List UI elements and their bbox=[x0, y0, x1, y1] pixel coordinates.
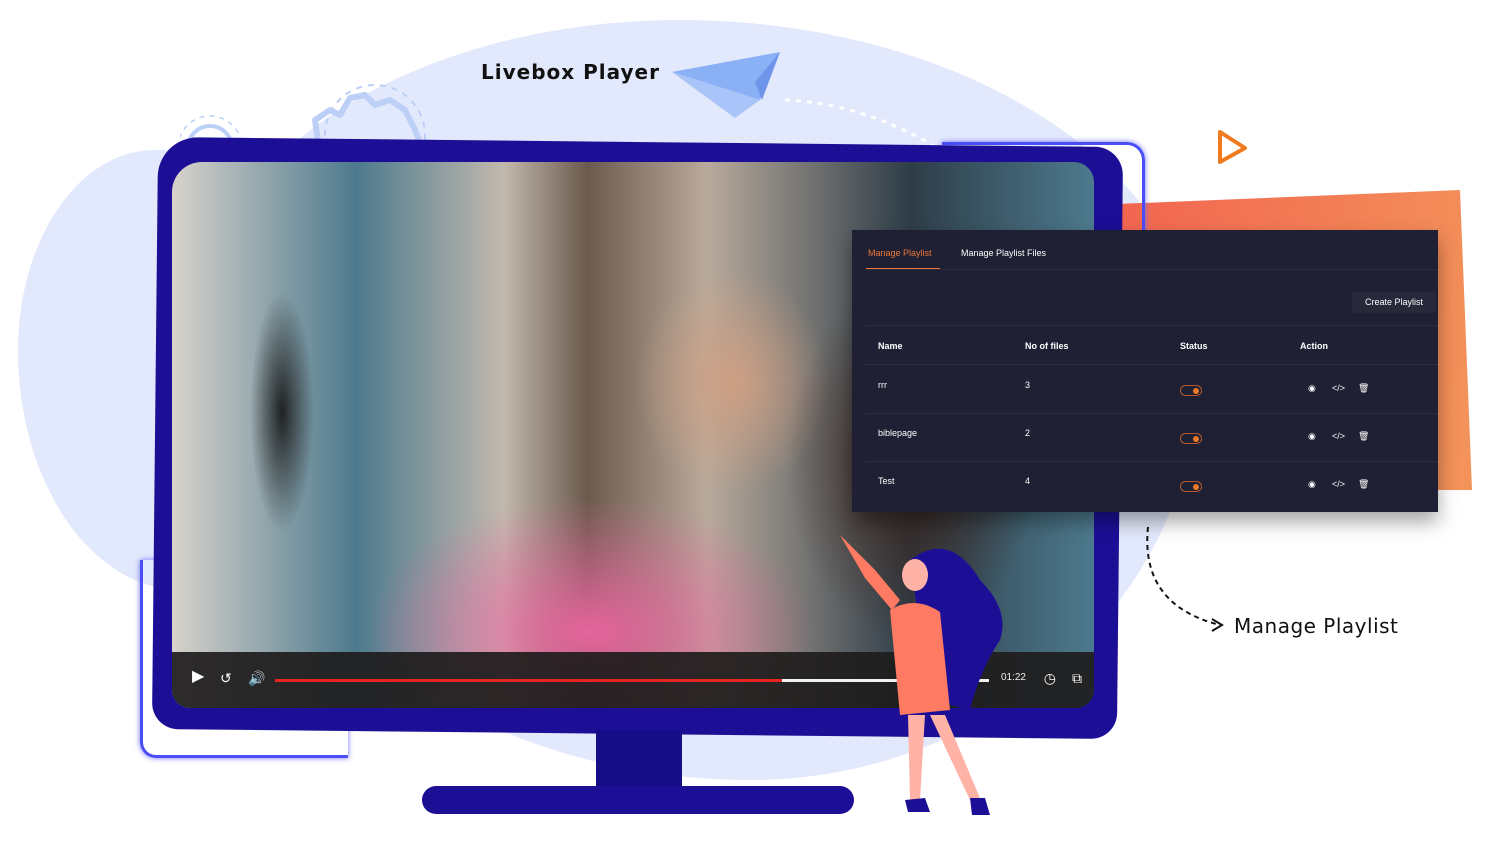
speedometer-icon[interactable]: ◷ bbox=[1044, 670, 1056, 687]
tab-manage-playlist-files[interactable]: Manage Playlist Files bbox=[961, 248, 1046, 258]
manage-playlist-panel: Manage Playlist Manage Playlist Files Cr… bbox=[852, 230, 1438, 512]
play-circle-icon[interactable]: ◉ bbox=[1308, 383, 1316, 394]
code-embed-icon[interactable]: </> bbox=[1332, 383, 1345, 393]
play-icon[interactable]: ▶ bbox=[192, 666, 204, 686]
code-embed-icon[interactable]: </> bbox=[1332, 431, 1345, 441]
woman-illustration bbox=[840, 535, 1003, 815]
toggle-knob bbox=[1193, 484, 1199, 490]
trash-icon[interactable]: 🗑 bbox=[1358, 383, 1369, 394]
playlist-name: biblepage bbox=[878, 428, 918, 438]
status-toggle[interactable] bbox=[1180, 481, 1202, 492]
column-header-status: Status bbox=[1180, 341, 1208, 351]
monitor-stand-base bbox=[422, 786, 854, 814]
create-playlist-button[interactable]: Create Playlist bbox=[1352, 292, 1436, 313]
play-circle-icon[interactable]: ◉ bbox=[1308, 431, 1316, 442]
replay-10-icon[interactable]: ↺ bbox=[220, 670, 232, 687]
player-title: Livebox Player bbox=[481, 60, 660, 84]
monitor-stand-neck bbox=[596, 730, 682, 790]
header-divider-bottom bbox=[866, 364, 1438, 365]
header-divider-top bbox=[866, 325, 1438, 326]
play-circle-icon[interactable]: ◉ bbox=[1308, 479, 1316, 490]
column-header-action: Action bbox=[1300, 341, 1328, 351]
playlist-file-count: 3 bbox=[1025, 380, 1031, 390]
table-row: biblepage 2 ◉ </> 🗑 bbox=[852, 414, 1438, 462]
trash-icon[interactable]: 🗑 bbox=[1358, 431, 1369, 442]
dashed-arrow-icon bbox=[1146, 526, 1224, 632]
playlist-name: rrr bbox=[878, 380, 887, 390]
volume-icon[interactable]: 🔊 bbox=[248, 670, 265, 687]
column-header-name: Name bbox=[878, 341, 903, 351]
tab-divider bbox=[866, 269, 1438, 270]
toggle-knob bbox=[1193, 388, 1199, 394]
picture-in-picture-icon[interactable]: ⧉ bbox=[1072, 670, 1082, 687]
column-header-files: No of files bbox=[1025, 341, 1069, 351]
status-toggle[interactable] bbox=[1180, 433, 1202, 444]
tab-manage-playlist[interactable]: Manage Playlist bbox=[868, 248, 932, 258]
playlist-file-count: 4 bbox=[1025, 476, 1031, 486]
code-embed-icon[interactable]: </> bbox=[1332, 479, 1345, 489]
toggle-knob bbox=[1193, 436, 1199, 442]
progress-fill bbox=[275, 679, 782, 682]
trash-icon[interactable]: 🗑 bbox=[1358, 479, 1369, 490]
table-row: Test 4 ◉ </> 🗑 bbox=[852, 462, 1438, 510]
playlist-file-count: 2 bbox=[1025, 428, 1031, 438]
manage-playlist-annotation: Manage Playlist bbox=[1234, 614, 1399, 638]
playlist-name: Test bbox=[878, 476, 895, 486]
status-toggle[interactable] bbox=[1180, 385, 1202, 396]
playlist-play-icon bbox=[1168, 93, 1247, 164]
table-row: rrr 3 ◉ </> 🗑 bbox=[852, 366, 1438, 414]
